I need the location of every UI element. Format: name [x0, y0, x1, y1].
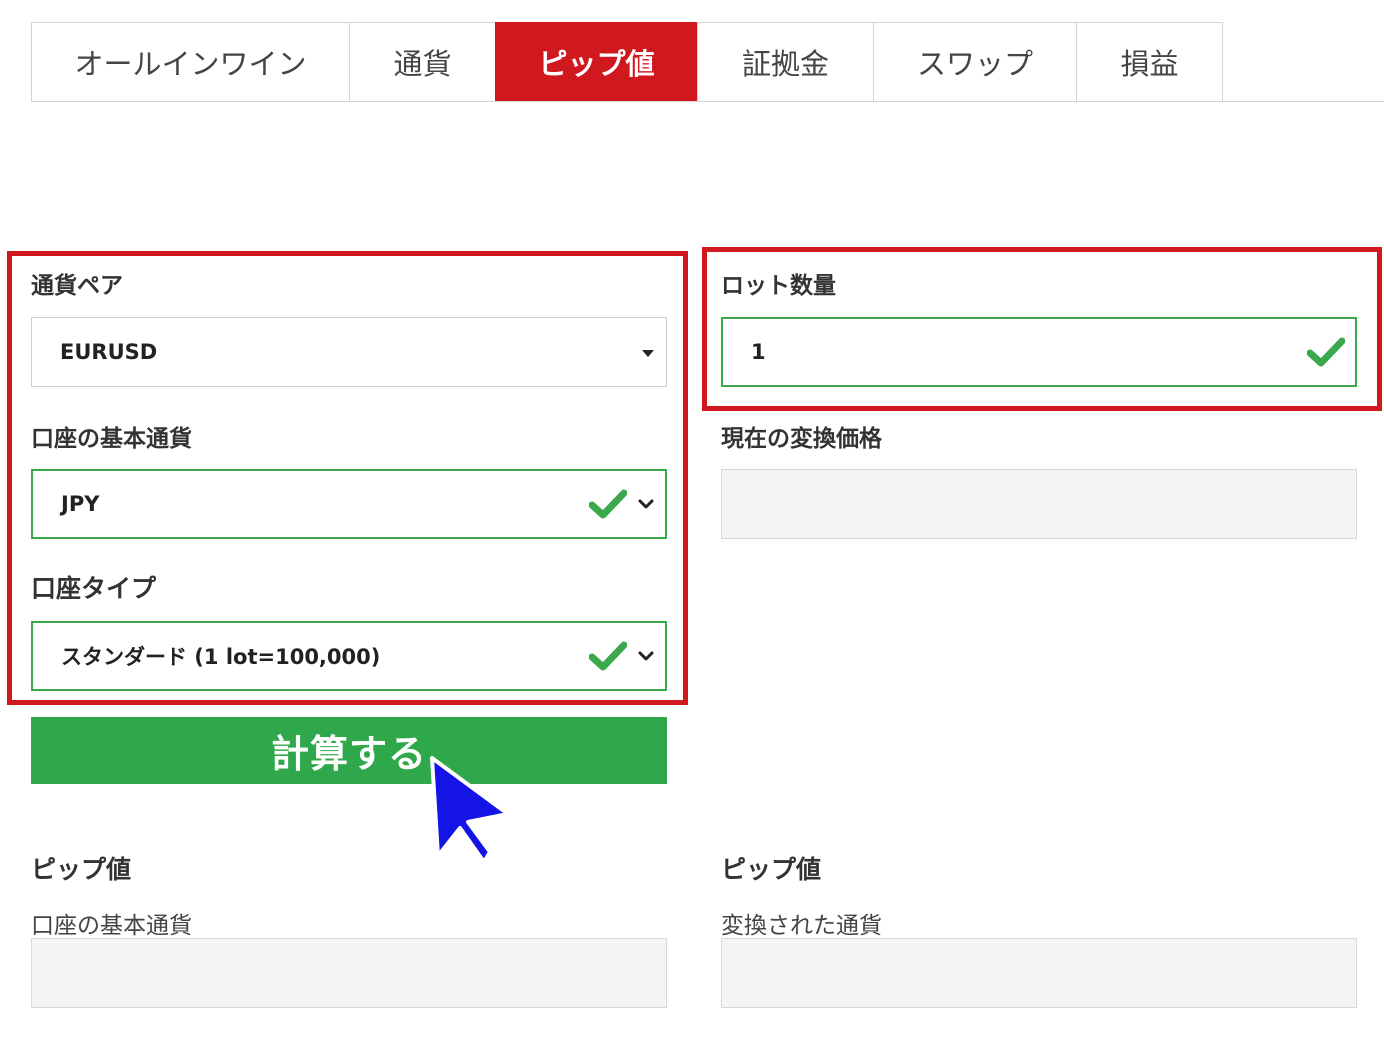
tab-swap[interactable]: スワップ [873, 22, 1076, 102]
result-left-sublabel: 口座の基本通貨 [31, 913, 192, 939]
account-type-value: スタンダード (1 lot=100,000) [61, 645, 381, 669]
result-left-field [31, 938, 667, 1008]
tab-pip-value[interactable]: ピップ値 [495, 22, 697, 102]
tab-margin[interactable]: 証拠金 [697, 22, 873, 102]
caret-down-icon [642, 350, 654, 357]
account-base-currency-value: JPY [61, 492, 100, 516]
tabs-divider [31, 101, 1384, 102]
lot-quantity-label: ロット数量 [721, 273, 836, 299]
current-conversion-price-label: 現在の変換価格 [721, 426, 882, 452]
check-icon [1307, 337, 1345, 367]
check-icon [589, 641, 627, 671]
tab-profit-loss[interactable]: 損益 [1076, 22, 1223, 102]
account-base-currency-label: 口座の基本通貨 [31, 426, 192, 452]
result-right-field [721, 938, 1357, 1008]
result-left-heading: ピップ値 [31, 855, 132, 884]
account-base-currency-select[interactable]: JPY [31, 469, 667, 539]
calculate-button[interactable]: 計算する [31, 717, 667, 784]
calculator-tabs: オールインワイン 通貨 ピップ値 証拠金 スワップ 損益 [31, 22, 1223, 102]
result-right-sublabel: 変換された通貨 [721, 913, 882, 939]
tab-currency[interactable]: 通貨 [349, 22, 495, 102]
chevron-down-icon [638, 499, 654, 509]
account-type-select[interactable]: スタンダード (1 lot=100,000) [31, 621, 667, 691]
lot-quantity-value: 1 [751, 340, 766, 364]
currency-pair-label: 通貨ペア [31, 273, 123, 299]
currency-pair-select[interactable]: EURUSD [31, 317, 667, 387]
account-type-label: 口座タイプ [31, 574, 157, 603]
lot-quantity-input[interactable]: 1 [721, 317, 1357, 387]
check-icon [589, 489, 627, 519]
currency-pair-value: EURUSD [60, 340, 158, 364]
chevron-down-icon [638, 651, 654, 661]
result-right-heading: ピップ値 [721, 855, 822, 884]
mouse-pointer-icon [430, 756, 510, 864]
tab-all-in-one[interactable]: オールインワイン [31, 22, 349, 102]
current-conversion-price-field [721, 469, 1357, 539]
